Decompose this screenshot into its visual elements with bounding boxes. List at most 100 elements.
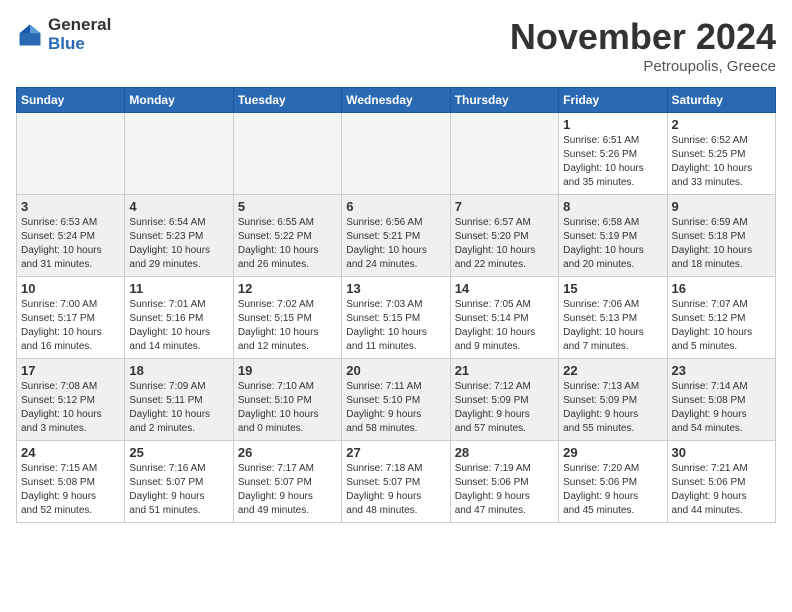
day-number: 7 xyxy=(455,199,554,214)
calendar-week-5: 24 Sunrise: 7:15 AM Sunset: 5:08 PM Dayli… xyxy=(17,441,776,523)
calendar-week-4: 17 Sunrise: 7:08 AM Sunset: 5:12 PM Dayli… xyxy=(17,359,776,441)
day-number: 29 xyxy=(563,445,662,460)
day-number: 27 xyxy=(346,445,445,460)
calendar-cell: 1 Sunrise: 6:51 AM Sunset: 5:26 PM Daylig… xyxy=(559,113,667,195)
header-day-saturday: Saturday xyxy=(667,88,775,113)
day-info: Sunrise: 7:10 AM Sunset: 5:10 PM Dayligh… xyxy=(238,380,337,436)
calendar-cell: 6 Sunrise: 6:56 AM Sunset: 5:21 PM Daylig… xyxy=(342,195,450,277)
day-info: Sunrise: 6:51 AM Sunset: 5:26 PM Dayligh… xyxy=(563,134,662,190)
day-info: Sunrise: 7:21 AM Sunset: 5:06 PM Dayligh… xyxy=(672,462,771,518)
day-info: Sunrise: 7:09 AM Sunset: 5:11 PM Dayligh… xyxy=(129,380,228,436)
calendar-cell xyxy=(450,113,558,195)
day-number: 11 xyxy=(129,281,228,296)
day-number: 22 xyxy=(563,363,662,378)
calendar-cell xyxy=(125,113,233,195)
day-info: Sunrise: 6:55 AM Sunset: 5:22 PM Dayligh… xyxy=(238,216,337,272)
day-info: Sunrise: 7:11 AM Sunset: 5:10 PM Dayligh… xyxy=(346,380,445,436)
day-number: 23 xyxy=(672,363,771,378)
title-block: November 2024 Petroupolis, Greece xyxy=(510,16,776,75)
calendar-cell: 13 Sunrise: 7:03 AM Sunset: 5:15 PM Dayli… xyxy=(342,277,450,359)
calendar-table: SundayMondayTuesdayWednesdayThursdayFrid… xyxy=(16,87,776,523)
header-day-wednesday: Wednesday xyxy=(342,88,450,113)
day-number: 6 xyxy=(346,199,445,214)
day-number: 8 xyxy=(563,199,662,214)
day-info: Sunrise: 7:16 AM Sunset: 5:07 PM Dayligh… xyxy=(129,462,228,518)
day-number: 17 xyxy=(21,363,120,378)
day-number: 26 xyxy=(238,445,337,460)
day-info: Sunrise: 7:18 AM Sunset: 5:07 PM Dayligh… xyxy=(346,462,445,518)
calendar-cell: 18 Sunrise: 7:09 AM Sunset: 5:11 PM Dayli… xyxy=(125,359,233,441)
day-info: Sunrise: 7:20 AM Sunset: 5:06 PM Dayligh… xyxy=(563,462,662,518)
calendar-cell: 26 Sunrise: 7:17 AM Sunset: 5:07 PM Dayli… xyxy=(233,441,341,523)
day-number: 1 xyxy=(563,117,662,132)
day-number: 5 xyxy=(238,199,337,214)
day-info: Sunrise: 7:00 AM Sunset: 5:17 PM Dayligh… xyxy=(21,298,120,354)
day-info: Sunrise: 6:58 AM Sunset: 5:19 PM Dayligh… xyxy=(563,216,662,272)
day-info: Sunrise: 7:08 AM Sunset: 5:12 PM Dayligh… xyxy=(21,380,120,436)
header-day-sunday: Sunday xyxy=(17,88,125,113)
day-number: 13 xyxy=(346,281,445,296)
day-number: 12 xyxy=(238,281,337,296)
location: Petroupolis, Greece xyxy=(510,58,776,75)
calendar-cell: 9 Sunrise: 6:59 AM Sunset: 5:18 PM Daylig… xyxy=(667,195,775,277)
day-info: Sunrise: 6:57 AM Sunset: 5:20 PM Dayligh… xyxy=(455,216,554,272)
day-number: 21 xyxy=(455,363,554,378)
logo-general: General xyxy=(48,16,111,35)
month-title: November 2024 xyxy=(510,16,776,58)
calendar-cell: 16 Sunrise: 7:07 AM Sunset: 5:12 PM Dayli… xyxy=(667,277,775,359)
calendar-week-2: 3Sunrise: 6:53 AM Sunset: 5:24 PM Daylig… xyxy=(17,195,776,277)
calendar-cell: 2 Sunrise: 6:52 AM Sunset: 5:25 PM Daylig… xyxy=(667,113,775,195)
day-number: 28 xyxy=(455,445,554,460)
day-info: Sunrise: 6:56 AM Sunset: 5:21 PM Dayligh… xyxy=(346,216,445,272)
calendar-cell: 10Sunrise: 7:00 AM Sunset: 5:17 PM Dayli… xyxy=(17,277,125,359)
calendar-cell: 21 Sunrise: 7:12 AM Sunset: 5:09 PM Dayli… xyxy=(450,359,558,441)
header-day-monday: Monday xyxy=(125,88,233,113)
calendar-cell: 14Sunrise: 7:05 AM Sunset: 5:14 PM Dayli… xyxy=(450,277,558,359)
calendar-cell: 27 Sunrise: 7:18 AM Sunset: 5:07 PM Dayli… xyxy=(342,441,450,523)
day-number: 14 xyxy=(455,281,554,296)
calendar-cell: 20 Sunrise: 7:11 AM Sunset: 5:10 PM Dayli… xyxy=(342,359,450,441)
calendar-week-1: 1 Sunrise: 6:51 AM Sunset: 5:26 PM Daylig… xyxy=(17,113,776,195)
calendar-cell: 19 Sunrise: 7:10 AM Sunset: 5:10 PM Dayli… xyxy=(233,359,341,441)
day-info: Sunrise: 7:02 AM Sunset: 5:15 PM Dayligh… xyxy=(238,298,337,354)
day-number: 9 xyxy=(672,199,771,214)
page-header: General Blue November 2024 Petroupolis, … xyxy=(16,16,776,75)
day-number: 4 xyxy=(129,199,228,214)
calendar-week-3: 10Sunrise: 7:00 AM Sunset: 5:17 PM Dayli… xyxy=(17,277,776,359)
logo-blue: Blue xyxy=(48,35,111,54)
day-number: 24 xyxy=(21,445,120,460)
header-day-friday: Friday xyxy=(559,88,667,113)
day-info: Sunrise: 7:13 AM Sunset: 5:09 PM Dayligh… xyxy=(563,380,662,436)
day-info: Sunrise: 7:17 AM Sunset: 5:07 PM Dayligh… xyxy=(238,462,337,518)
day-number: 16 xyxy=(672,281,771,296)
day-info: Sunrise: 7:19 AM Sunset: 5:06 PM Dayligh… xyxy=(455,462,554,518)
calendar-cell: 4Sunrise: 6:54 AM Sunset: 5:23 PM Daylig… xyxy=(125,195,233,277)
calendar-cell: 8 Sunrise: 6:58 AM Sunset: 5:19 PM Daylig… xyxy=(559,195,667,277)
calendar-cell: 29 Sunrise: 7:20 AM Sunset: 5:06 PM Dayli… xyxy=(559,441,667,523)
day-info: Sunrise: 7:14 AM Sunset: 5:08 PM Dayligh… xyxy=(672,380,771,436)
calendar-cell: 7 Sunrise: 6:57 AM Sunset: 5:20 PM Daylig… xyxy=(450,195,558,277)
day-number: 18 xyxy=(129,363,228,378)
calendar-header: SundayMondayTuesdayWednesdayThursdayFrid… xyxy=(17,88,776,113)
calendar-cell: 25Sunrise: 7:16 AM Sunset: 5:07 PM Dayli… xyxy=(125,441,233,523)
day-info: Sunrise: 6:53 AM Sunset: 5:24 PM Dayligh… xyxy=(21,216,120,272)
day-info: Sunrise: 6:59 AM Sunset: 5:18 PM Dayligh… xyxy=(672,216,771,272)
header-day-tuesday: Tuesday xyxy=(233,88,341,113)
day-info: Sunrise: 7:15 AM Sunset: 5:08 PM Dayligh… xyxy=(21,462,120,518)
calendar-cell: 3Sunrise: 6:53 AM Sunset: 5:24 PM Daylig… xyxy=(17,195,125,277)
day-info: Sunrise: 7:12 AM Sunset: 5:09 PM Dayligh… xyxy=(455,380,554,436)
header-day-thursday: Thursday xyxy=(450,88,558,113)
day-info: Sunrise: 6:52 AM Sunset: 5:25 PM Dayligh… xyxy=(672,134,771,190)
day-number: 2 xyxy=(672,117,771,132)
day-number: 19 xyxy=(238,363,337,378)
calendar-cell: 11Sunrise: 7:01 AM Sunset: 5:16 PM Dayli… xyxy=(125,277,233,359)
calendar-cell xyxy=(342,113,450,195)
day-info: Sunrise: 7:07 AM Sunset: 5:12 PM Dayligh… xyxy=(672,298,771,354)
day-number: 20 xyxy=(346,363,445,378)
calendar-cell: 22 Sunrise: 7:13 AM Sunset: 5:09 PM Dayli… xyxy=(559,359,667,441)
day-info: Sunrise: 7:03 AM Sunset: 5:15 PM Dayligh… xyxy=(346,298,445,354)
calendar-cell: 23 Sunrise: 7:14 AM Sunset: 5:08 PM Dayli… xyxy=(667,359,775,441)
logo: General Blue xyxy=(16,16,111,53)
calendar-cell: 5 Sunrise: 6:55 AM Sunset: 5:22 PM Daylig… xyxy=(233,195,341,277)
logo-icon xyxy=(16,21,44,49)
